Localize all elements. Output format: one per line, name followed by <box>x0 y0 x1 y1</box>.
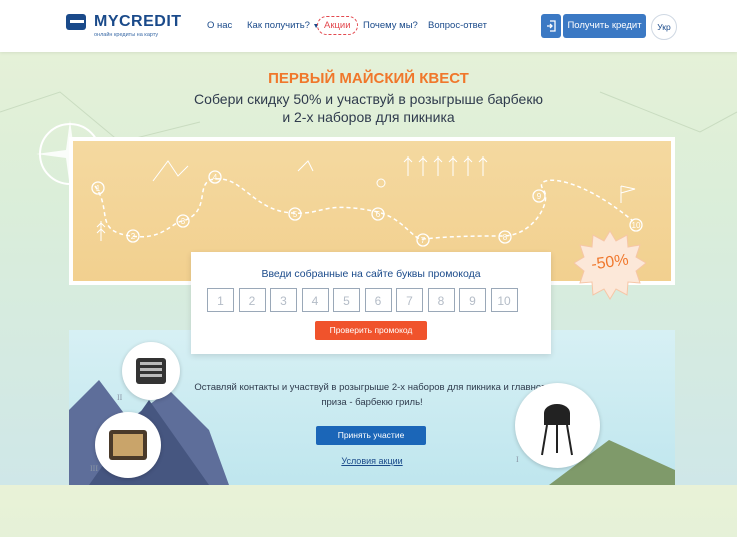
participate-button[interactable]: Принять участие <box>316 426 426 445</box>
promo-cell-9[interactable]: 9 <box>459 288 486 312</box>
promo-cell-5[interactable]: 5 <box>333 288 360 312</box>
check-promo-button[interactable]: Проверить промокод <box>315 321 427 340</box>
promo-code-label: Введи собранные на сайте буквы промокода <box>261 268 481 280</box>
flag-icon <box>620 185 636 203</box>
promo-code-box: Введи собранные на сайте буквы промокода… <box>191 252 551 354</box>
logo-card-icon <box>66 14 88 30</box>
site-header: MYCREDIT онлайн кредиты на карту О нас К… <box>0 0 737 52</box>
prizes-text-line1: Оставляй контакты и участвуй в розыгрыше… <box>194 382 550 393</box>
map-step-8: 8 <box>503 233 508 242</box>
quest-title: ПЕРВЫЙ МАЙСКИЙ КВЕСТ <box>268 70 469 87</box>
promo-cell-4[interactable]: 4 <box>301 288 329 312</box>
promo-cell-3[interactable]: 3 <box>270 288 297 312</box>
login-button[interactable] <box>541 14 561 38</box>
map-step-9: 9 <box>537 192 542 201</box>
cutlery-case-icon <box>136 358 166 384</box>
nav-about[interactable]: О нас <box>207 20 232 31</box>
prizes-text: Оставляй контакты и участвуй в розыгрыше… <box>187 380 557 410</box>
trees-icon <box>96 156 488 241</box>
promo-cell-8[interactable]: 8 <box>427 288 455 312</box>
bbq-grill-image <box>515 383 600 468</box>
quest-subtitle-line1: Собери скидку 50% и участвуй в розыгрыше… <box>194 91 543 107</box>
promo-cell-2[interactable]: 2 <box>238 288 266 312</box>
promo-cell-6[interactable]: 6 <box>364 288 392 312</box>
map-step-2: 2 <box>131 232 136 241</box>
key-icon <box>376 178 386 188</box>
nav-how-to-get-label: Как получить? <box>247 20 310 31</box>
promo-cell-7[interactable]: 7 <box>396 288 423 312</box>
mountains-icon <box>152 160 189 182</box>
map-step-7: 7 <box>421 236 426 245</box>
get-credit-button[interactable]: Получить кредит <box>563 14 646 38</box>
picnic-set-2-image <box>122 342 180 400</box>
prize-number-1: I <box>516 455 519 464</box>
quest-subtitle: Собери скидку 50% и участвуй в розыгрыше… <box>160 90 577 126</box>
nav-how-to-get[interactable]: Как получить? ▼ <box>247 20 320 31</box>
promo-cell-1[interactable]: 1 <box>207 288 234 312</box>
logo[interactable]: MYCREDIT онлайн кредиты на карту <box>66 13 182 38</box>
picnic-case-icon <box>109 430 147 460</box>
language-switch[interactable]: Укр <box>651 14 677 40</box>
promo-code-cells: 1 2 3 4 5 6 7 8 9 10 <box>207 288 522 312</box>
login-icon <box>547 20 556 32</box>
map-step-3: 3 <box>181 217 186 226</box>
map-step-5: 5 <box>293 210 298 219</box>
grill-icon <box>541 404 573 456</box>
quest-subtitle-line2: и 2-х наборов для пикника <box>282 109 455 125</box>
promo-cell-10[interactable]: 10 <box>490 288 518 312</box>
prizes-text-line2: приза - барбекю гриль! <box>321 397 423 408</box>
map-step-4: 4 <box>213 173 218 182</box>
nav-promotions[interactable]: Акции <box>317 16 358 35</box>
map-step-1: 1 <box>96 184 101 193</box>
sale-badge: -50% <box>573 229 647 301</box>
prize-number-2: II <box>117 393 123 402</box>
logo-name: MYCREDIT <box>94 13 182 30</box>
diamond-icon <box>297 160 314 172</box>
map-step-6: 6 <box>376 210 381 219</box>
prize-number-3: III <box>90 464 98 473</box>
conditions-link[interactable]: Условия акции <box>317 456 427 466</box>
nav-why-us[interactable]: Почему мы? <box>363 20 418 31</box>
logo-tagline: онлайн кредиты на карту <box>94 32 159 38</box>
picnic-set-3-image <box>95 412 161 478</box>
nav-faq[interactable]: Вопрос-ответ <box>428 20 487 31</box>
